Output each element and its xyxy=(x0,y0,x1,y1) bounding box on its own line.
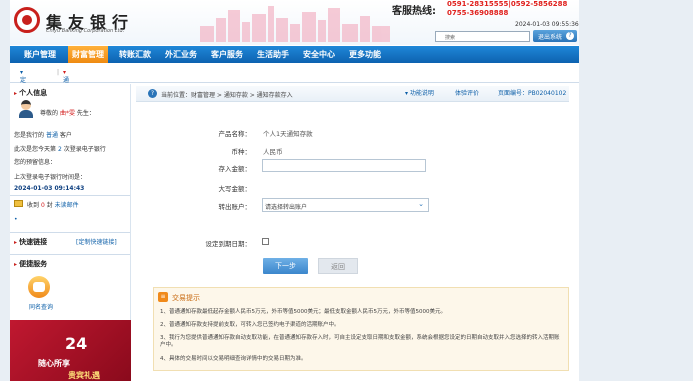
customer-level: 您是我行的 普通 客户 xyxy=(14,132,72,139)
greeting: 尊敬的 曲*雯 先生： xyxy=(40,110,95,117)
tips-icon: ≡ xyxy=(158,292,168,302)
breadcrumb: 当前位置：财富管理 > 通知存款 > 通知存款存入 xyxy=(161,92,293,99)
currency-label: 币种： xyxy=(231,148,252,156)
chevron-down-icon: ⌄ xyxy=(418,200,424,208)
due-date-label: 设定到期日期： xyxy=(205,240,252,248)
next-button[interactable]: 下一步 xyxy=(263,258,308,274)
page-code: 页面编号：PB02040102 xyxy=(498,90,567,97)
help-icon: ? xyxy=(566,32,574,40)
tip-item: 4、具体的交易时间以交易明细查询详情中的交易日期为准。 xyxy=(160,356,307,362)
nav-service[interactable]: 客户服务 xyxy=(207,46,247,63)
convenience-title: 便捷服务 xyxy=(14,259,47,269)
hotline-line-2: 0755-36908888 xyxy=(447,9,509,17)
unread-mail-link[interactable]: 未读邮件 xyxy=(55,202,79,209)
main-nav: 账户管理 财富管理 转账汇款 外汇业务 客户服务 生活助手 安全中心 更多功能 xyxy=(10,46,579,63)
due-date-checkbox[interactable] xyxy=(262,238,269,245)
customize-quick-links[interactable]: [定制快速链接] xyxy=(76,237,117,246)
tips-title: 交易提示 xyxy=(172,294,200,302)
hotline-numbers: 0591-28315555|0592-5856288 0755-36908888 xyxy=(447,0,567,18)
search-input[interactable]: 搜索 xyxy=(435,31,530,42)
function-description-button[interactable]: ▾ 功能说明 xyxy=(405,88,447,99)
account-label: 转出账户： xyxy=(218,203,252,211)
experience-rating-button[interactable]: 体验评价 xyxy=(455,88,487,99)
subnav-fixed-deposit[interactable]: 定期存款 ▾ xyxy=(20,69,26,111)
amount-input[interactable] xyxy=(262,159,426,172)
logout-button[interactable]: 退出系统 ? xyxy=(533,30,577,42)
nav-transfer[interactable]: 转账汇款 xyxy=(115,46,155,63)
login-datetime: 2024-01-03 09:55:36 xyxy=(515,21,579,28)
divider xyxy=(10,232,130,233)
back-button[interactable]: 返回 xyxy=(318,258,358,274)
tip-item: 1、普通通知存款最低起存金额人民币5万元，外币等值5000美元；最低支取金额人民… xyxy=(160,309,446,315)
logout-label: 退出系统 xyxy=(538,34,563,41)
subnav-notice-deposit[interactable]: 通知存款 ▾ xyxy=(63,69,69,111)
fx-query-link[interactable]: 同名查询 xyxy=(29,302,53,311)
reserved-info: 您的预留信息： xyxy=(14,159,57,166)
tip-item: 3、我行为您提供普通通知存款自动支取功能，在普通通知存款存入时，可自主设定支取日… xyxy=(160,335,560,348)
nav-life[interactable]: 生活助手 xyxy=(253,46,293,63)
promo-banner[interactable]: 24 随心所享 贵宾礼遇 xyxy=(10,320,131,381)
promo-number: 24 xyxy=(65,334,88,353)
sub-nav: 定期存款 ▾ | 通知存款 ▾ xyxy=(10,63,579,111)
hotline-line-1: 0591-28315555|0592-5856288 xyxy=(447,0,568,8)
function-description-label: 功能说明 xyxy=(409,90,434,97)
product-value: 个人1天通知存款 xyxy=(263,130,313,138)
bank-logo xyxy=(14,7,40,33)
divider xyxy=(10,195,130,196)
quick-links-title: 快速链接 xyxy=(14,237,47,247)
last-login-label: 上次登录电子银行时间是： xyxy=(14,174,87,181)
nav-forex[interactable]: 外汇业务 xyxy=(161,46,201,63)
mail-info: 收到 0 封 未读邮件 xyxy=(27,202,79,209)
bullet-icon: • xyxy=(14,216,18,223)
tip-item: 2、普通通知存款支持提前支取，可转入您已签约电子渠道的活期账户中。 xyxy=(160,322,340,328)
nav-security[interactable]: 安全中心 xyxy=(299,46,339,63)
bank-name-en: Chiyu Banking Corporation Ltd. xyxy=(46,28,125,34)
amount-caps-label: 大写金额： xyxy=(218,185,252,193)
hotline-label: 客服热线: xyxy=(392,6,436,17)
nav-account[interactable]: 账户管理 xyxy=(20,46,60,63)
mail-icon xyxy=(14,200,23,207)
avatar xyxy=(18,100,34,118)
nav-more[interactable]: 更多功能 xyxy=(345,46,385,63)
divider xyxy=(10,254,130,255)
promo-line-2: 贵宾礼遇 xyxy=(68,371,100,380)
location-icon: ? xyxy=(148,89,157,98)
skyline-banner xyxy=(200,6,390,42)
user-name: 曲*雯 xyxy=(59,110,75,117)
currency-value: 人民币 xyxy=(263,148,283,156)
personal-info-title: 个人信息 xyxy=(14,88,47,98)
last-login-time: 2024-01-03 09:14:43 xyxy=(14,185,85,192)
account-select[interactable]: 请选择转出账户 ⌄ xyxy=(262,198,429,212)
amount-label: 存入金额： xyxy=(218,165,252,173)
login-count: 此次是您今天第 2 次登录电子银行 xyxy=(14,146,106,153)
account-select-placeholder: 请选择转出账户 xyxy=(265,204,308,211)
fx-query-icon[interactable] xyxy=(28,276,50,298)
promo-line-1: 随心所享 xyxy=(38,359,70,368)
subnav-separator: | xyxy=(57,69,60,76)
nav-wealth[interactable]: 财富管理 xyxy=(68,46,108,63)
product-label: 产品名称： xyxy=(218,130,252,138)
